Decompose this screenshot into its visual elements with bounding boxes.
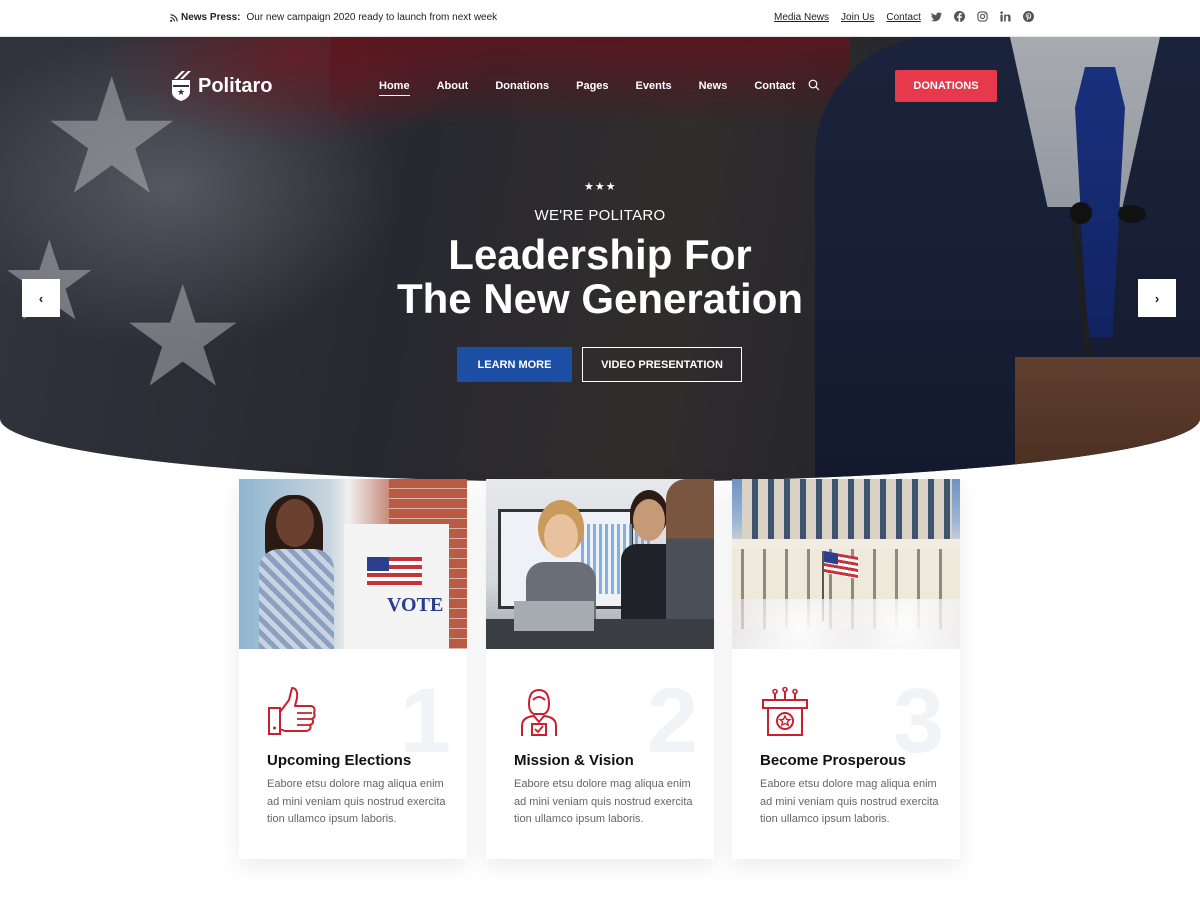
meeting-photo (486, 479, 714, 649)
social-links (931, 11, 1034, 22)
top-links: Media News Join Us Contact (774, 12, 921, 23)
nav-events[interactable]: Events (636, 80, 672, 96)
attendee-head (633, 499, 665, 541)
thumbs-up-icon (268, 687, 316, 735)
nav-pages[interactable]: Pages (576, 80, 608, 96)
facebook-icon[interactable] (954, 11, 965, 22)
instagram-icon[interactable] (977, 11, 988, 22)
candidate-icon (521, 688, 557, 736)
bokeh-decor (732, 599, 960, 649)
nav-about[interactable]: About (437, 80, 469, 96)
voter-head (276, 499, 314, 547)
learn-more-button[interactable]: LEARN MORE (457, 347, 572, 382)
donations-button[interactable]: DONATIONS (895, 70, 997, 102)
hero-eyebrow: WE'RE POLITARO (534, 207, 666, 224)
news-label: News Press: (170, 12, 240, 23)
us-flag-icon (367, 557, 422, 585)
nav-home[interactable]: Home (379, 80, 410, 96)
chevron-right-icon: › (1154, 290, 1160, 306)
podium-star-icon (762, 686, 808, 736)
news-text: Our new campaign 2020 ready to launch fr… (246, 12, 498, 23)
slider-prev-button[interactable]: ‹ (22, 279, 60, 317)
card-title: Upcoming Elections (267, 752, 412, 769)
slider-next-button[interactable]: › (1138, 279, 1176, 317)
site-logo[interactable]: ★ Politaro (170, 70, 272, 102)
feature-card-mission[interactable]: 2 Mission & Vision Eabore etsu dolore ma… (486, 479, 714, 859)
vote-sign: VOTE (387, 594, 444, 616)
top-bar: News Press: Our new campaign 2020 ready … (0, 0, 1200, 37)
card-text: Eabore etsu dolore mag aliqua enim ad mi… (267, 778, 446, 825)
news-label-text: News Press: (181, 12, 241, 23)
brand-name: Politaro (198, 74, 273, 97)
search-icon[interactable] (808, 79, 820, 91)
presenter-head (544, 514, 578, 558)
hero-headline-line1: Leadership For (448, 231, 752, 278)
linkedin-icon[interactable] (1000, 11, 1011, 22)
voter-body (259, 549, 334, 649)
video-presentation-button[interactable]: VIDEO PRESENTATION (582, 347, 742, 382)
nav-contact[interactable]: Contact (754, 80, 795, 96)
link-contact[interactable]: Contact (886, 12, 920, 23)
feature-card-elections[interactable]: VOTE 1 Upcoming Elections Eabore etsu do… (239, 479, 467, 859)
laptop (514, 601, 594, 631)
card-text: Eabore etsu dolore mag aliqua enim ad mi… (514, 778, 693, 825)
main-nav: Home About Donations Pages Events News C… (379, 80, 795, 96)
nav-news[interactable]: News (699, 80, 728, 96)
svg-text:★: ★ (177, 88, 185, 98)
pinterest-icon[interactable] (1023, 11, 1034, 22)
capitol-photo (732, 479, 960, 649)
nav-donations[interactable]: Donations (495, 80, 549, 96)
voter-person (251, 489, 336, 649)
card-title: Mission & Vision (514, 752, 634, 769)
voting-booth-photo: VOTE (239, 479, 467, 649)
twitter-icon[interactable] (931, 11, 942, 22)
card-title: Become Prosperous (760, 752, 906, 769)
link-media-news[interactable]: Media News (774, 12, 829, 23)
hero-headline-line2: The New Generation (396, 275, 804, 322)
voting-booth (344, 524, 449, 649)
hero-headline: Leadership For The New Generation (300, 233, 900, 321)
stars-icon: ★★★ (584, 181, 617, 193)
feature-card-prosperous[interactable]: 3 Become Prosperous Eabore etsu dolore m… (732, 479, 960, 859)
card-text: Eabore etsu dolore mag aliqua enim ad mi… (760, 778, 939, 825)
capitol-dome (742, 479, 952, 539)
card-number: 2 (646, 670, 698, 772)
chevron-left-icon: ‹ (38, 290, 44, 306)
news-ticker: News Press: Our new campaign 2020 ready … (170, 12, 497, 23)
logo-shield-icon: ★ (172, 71, 191, 101)
link-join-us[interactable]: Join Us (841, 12, 874, 23)
rss-icon (170, 13, 178, 22)
